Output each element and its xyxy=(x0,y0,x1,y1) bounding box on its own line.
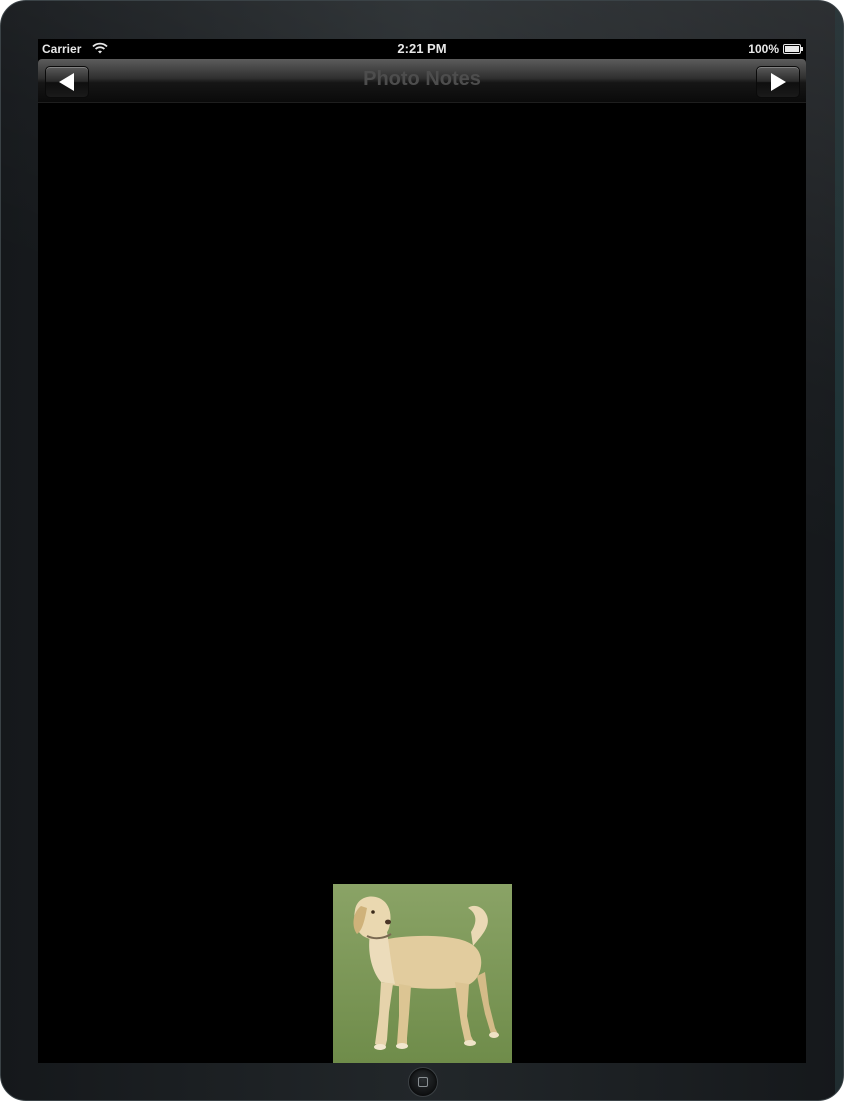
next-button[interactable] xyxy=(756,66,800,98)
page-title: Photo Notes xyxy=(363,68,481,90)
battery-percentage: 100% xyxy=(748,42,779,56)
ipad-device-frame: Carrier 2:21 PM 100% Photo Notes xyxy=(0,0,844,1101)
status-time: 2:21 PM xyxy=(397,41,447,56)
dog-photo xyxy=(333,884,512,1063)
home-button[interactable] xyxy=(408,1067,438,1097)
photo-thumbnail[interactable] xyxy=(333,884,512,1063)
navigation-bar: Photo Notes xyxy=(38,59,806,103)
battery-icon xyxy=(783,43,803,54)
home-square-icon xyxy=(418,1077,428,1087)
right-arrow-icon xyxy=(771,73,786,91)
app-screen: Carrier 2:21 PM 100% Photo Notes xyxy=(38,39,806,1063)
status-bar: Carrier 2:21 PM 100% xyxy=(38,39,806,59)
